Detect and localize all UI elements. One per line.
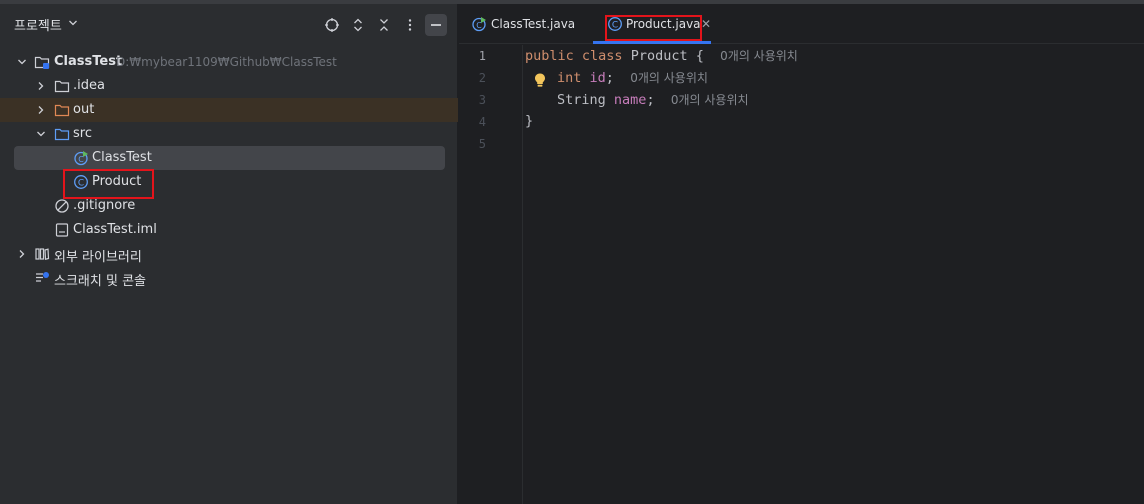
module-folder-icon [34, 56, 50, 69]
lightbulb-icon[interactable] [533, 72, 547, 88]
source-folder-icon [54, 128, 70, 141]
scratches-icon [36, 272, 49, 282]
project-panel-title[interactable]: 프로젝트 [14, 15, 62, 34]
folder-icon [54, 80, 70, 93]
expand-all-icon[interactable] [347, 14, 369, 36]
editor-area: C ClassTest.java C Product.java ✕ 1 2 3 … [459, 4, 1144, 504]
highlight-box-product [63, 169, 154, 199]
usage-hint[interactable]: 0개의 사용위치 [671, 93, 749, 107]
locate-icon[interactable] [321, 14, 343, 36]
chevron-right-icon[interactable] [35, 80, 47, 92]
project-panel-header: 프로젝트 [0, 4, 458, 44]
close-icon[interactable]: ✕ [701, 17, 711, 31]
runnable-class-icon: C [472, 17, 486, 32]
class-name: Product [630, 48, 688, 64]
excluded-folder-icon [54, 104, 70, 117]
keyword: int [557, 70, 582, 86]
highlight-box-product-tab [605, 15, 702, 41]
module-path: D:₩mybear1109₩Github₩ClassTest [116, 55, 337, 69]
chevron-right-icon[interactable] [16, 248, 28, 260]
tree-item-classtest-class[interactable]: C ClassTest [0, 146, 458, 170]
tree-item-src[interactable]: src [0, 122, 458, 146]
more-options-icon[interactable] [399, 14, 421, 36]
chevron-right-icon[interactable] [35, 104, 47, 116]
line-number: 1 [478, 49, 486, 63]
tree-item-out[interactable]: out [0, 98, 458, 122]
code-editor[interactable]: public class Product { 0개의 사용위치 int id; … [525, 45, 1144, 504]
library-icon [35, 248, 50, 260]
line-number: 3 [478, 93, 486, 107]
keyword: public [525, 48, 574, 64]
code-line-4: } [525, 113, 533, 135]
tree-item-label: .gitignore [73, 198, 136, 213]
tree-item-label: out [73, 102, 95, 117]
ignore-file-icon [55, 199, 69, 213]
minimize-icon[interactable] [425, 14, 447, 36]
semicolon: ; [605, 70, 614, 86]
brace: { [695, 48, 704, 64]
chevron-down-icon[interactable] [16, 56, 28, 68]
chevron-down-icon[interactable] [35, 128, 47, 140]
chevron-down-icon[interactable] [68, 18, 78, 28]
code-line-1: public class Product { 0개의 사용위치 [525, 47, 798, 69]
tab-classtest-java[interactable]: C ClassTest.java [459, 4, 579, 44]
line-number-gutter: 1 2 3 4 5 [459, 45, 523, 504]
tree-item-external-libraries[interactable]: 외부 라이브러리 [0, 242, 458, 266]
line-number: 4 [478, 115, 486, 129]
tab-label: ClassTest.java [491, 17, 576, 31]
type-name: String [557, 92, 606, 108]
tree-item-label: 스크래치 및 콘솔 [54, 274, 146, 289]
editor-tab-bar: C ClassTest.java C Product.java ✕ [459, 4, 1144, 44]
keyword: class [581, 48, 623, 64]
collapse-all-icon[interactable] [373, 14, 395, 36]
code-line-3: String name; 0개의 사용위치 [557, 91, 749, 113]
tree-item-label: src [73, 126, 92, 141]
usage-hint[interactable]: 0개의 사용위치 [630, 71, 708, 85]
tree-item-label: ClassTest [92, 150, 152, 165]
tree-item-label: ClassTest [54, 54, 123, 69]
tree-item-label: .idea [73, 78, 105, 93]
semicolon: ; [646, 92, 655, 108]
tree-item-scratches[interactable]: 스크래치 및 콘솔 [0, 266, 458, 290]
tree-item-label: 외부 라이브러리 [54, 250, 142, 265]
line-number: 5 [478, 137, 486, 151]
tree-item-label: ClassTest.iml [73, 222, 157, 237]
field-name: id [589, 70, 606, 86]
tree-item-classtest-iml[interactable]: ClassTest.iml [0, 218, 458, 242]
code-line-2: int id; 0개의 사용위치 [557, 69, 708, 91]
active-tab-indicator [593, 41, 711, 44]
tree-item-idea[interactable]: .idea [0, 74, 458, 98]
tree-item-classtest-module[interactable]: ClassTest D:₩mybear1109₩Github₩ClassTest [0, 50, 458, 74]
runnable-class-icon: C [74, 151, 88, 166]
usage-hint[interactable]: 0개의 사용위치 [720, 49, 798, 63]
project-panel: 프로젝트 ClassTest D:₩mybear1109₩Github₩Clas… [0, 4, 458, 504]
line-number: 2 [478, 71, 486, 85]
file-icon [55, 223, 69, 237]
brace: } [525, 113, 534, 129]
field-name: name [613, 92, 647, 108]
